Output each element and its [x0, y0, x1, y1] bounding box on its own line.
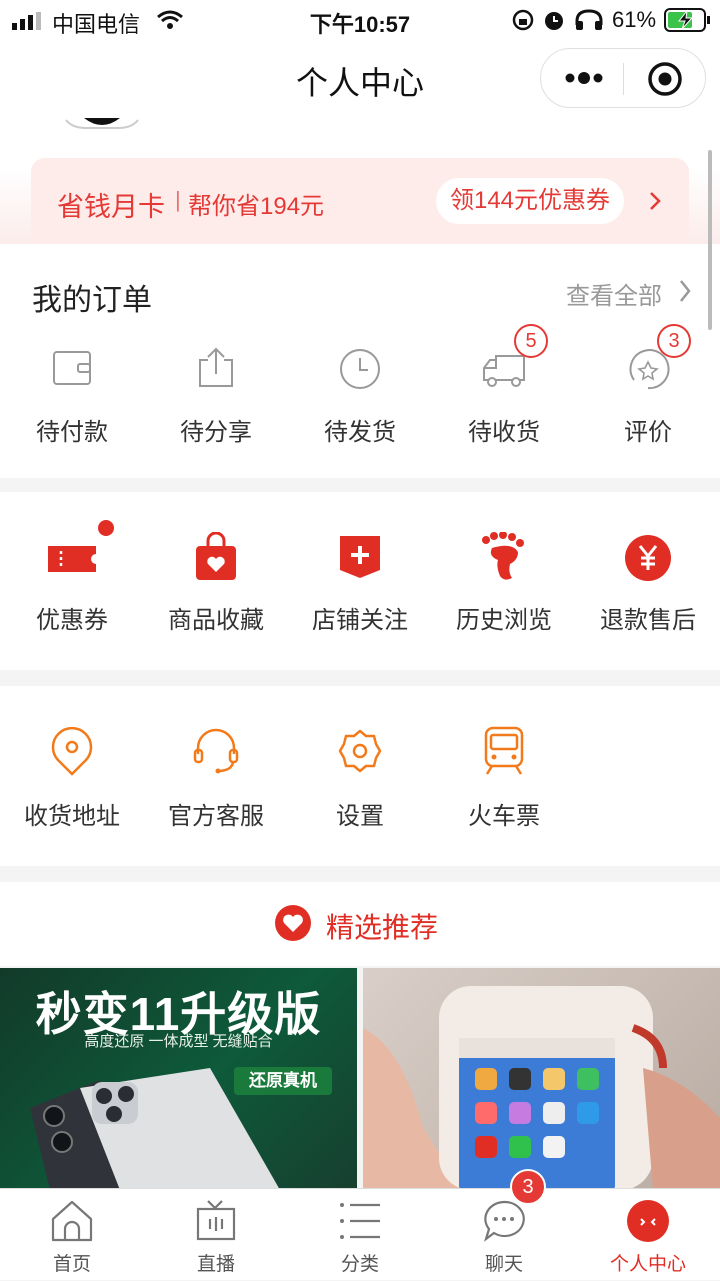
tool-label: 官方客服: [168, 803, 264, 830]
notification-dot: [98, 520, 114, 536]
product-card[interactable]: [363, 968, 720, 1190]
saving-card-banner[interactable]: 省钱月卡 | 帮你省194元 领144元优惠券: [31, 158, 689, 244]
product-card[interactable]: 秒变11升级版 高度还原 一体成型 无缝贴合 还原真机: [0, 968, 357, 1190]
service-shop-follow[interactable]: 店铺关注: [288, 532, 432, 642]
battery-percent: 61%: [612, 7, 657, 32]
tool-address[interactable]: 收货地址: [0, 724, 144, 834]
service-label: 店铺关注: [312, 607, 408, 634]
order-pending-payment[interactable]: 待付款: [0, 342, 144, 452]
shop-follow-icon: [340, 536, 380, 578]
list-icon: [340, 1203, 380, 1239]
tab-category[interactable]: 分类: [288, 1189, 432, 1281]
share-icon: [199, 347, 233, 387]
orders-card: 我的订单 查看全部 待付款 待分享 待发货 5 待收货 3 评价: [0, 244, 720, 478]
view-all-orders-link[interactable]: 查看全部: [566, 276, 662, 311]
home-icon: [51, 1200, 93, 1242]
recommend-header: 精选推荐: [0, 882, 720, 966]
tab-label: 分类: [340, 1254, 379, 1275]
tool-label: 火车票: [468, 803, 540, 830]
truck-icon: [483, 355, 525, 387]
tv-icon: [196, 1200, 236, 1241]
tool-label: 收货地址: [24, 803, 120, 830]
tab-profile[interactable]: 个人中心: [576, 1189, 720, 1281]
chat-icon: [483, 1200, 525, 1242]
headset-icon: [193, 728, 239, 774]
order-item-label: 待发货: [324, 419, 396, 446]
nav-bar: 个人中心: [0, 40, 720, 118]
tool-customer-service[interactable]: 官方客服: [144, 724, 288, 834]
battery-icon: [664, 8, 710, 32]
profile-icon: [627, 1200, 669, 1242]
orders-title: 我的订单: [32, 284, 152, 317]
order-item-label: 评价: [624, 419, 672, 446]
clock-icon: [340, 349, 380, 389]
order-item-label: 待收货: [468, 419, 540, 446]
miniapp-capsule: [540, 48, 706, 108]
tool-settings[interactable]: 设置: [288, 724, 432, 834]
wallet-icon: [53, 351, 91, 385]
avatar[interactable]: [62, 118, 142, 132]
settings-icon: [338, 729, 382, 773]
close-miniapp-icon[interactable]: [647, 61, 683, 97]
tab-label: 首页: [52, 1254, 91, 1275]
tool-train-tickets[interactable]: 火车票: [432, 724, 576, 834]
banner-divider: |: [175, 187, 181, 212]
coupon-icon: [48, 546, 96, 572]
alarm-icon: [545, 12, 563, 30]
location-icon: [51, 726, 93, 776]
service-favorites[interactable]: 商品收藏: [144, 532, 288, 642]
service-coupons[interactable]: 优惠券: [0, 520, 144, 642]
order-pending-ship[interactable]: 待发货: [288, 342, 432, 452]
services-card: 优惠券 商品收藏 店铺关注 历史浏览 退款售后: [0, 492, 720, 670]
heart-badge-icon: [275, 905, 311, 941]
service-history[interactable]: 历史浏览: [432, 532, 576, 642]
order-badge: 5: [514, 324, 548, 358]
chevron-right-icon: [680, 280, 691, 302]
order-item-label: 待付款: [36, 419, 108, 446]
product-image: [363, 986, 720, 1190]
bottom-tab-bar: 首页 直播 分类 3 聊天 个人中心: [0, 1169, 720, 1281]
yuan-refund-icon: [625, 535, 671, 581]
tools-card: 收货地址 官方客服 设置 火车票: [0, 686, 720, 866]
banner-subtitle: 帮你省194元: [188, 193, 325, 220]
footprint-icon: [482, 532, 524, 580]
service-label: 历史浏览: [456, 607, 552, 634]
status-bar: 中国电信 下午10:57 61%: [0, 0, 720, 40]
chevron-right-icon: [650, 192, 661, 210]
scrollbar[interactable]: [708, 150, 712, 330]
claim-coupon-button[interactable]: 领144元优惠券: [436, 178, 624, 224]
tab-home[interactable]: 首页: [0, 1189, 144, 1281]
product-tagline: 高度还原 一体成型 无缝贴合: [84, 1033, 273, 1050]
tab-label: 个人中心: [609, 1254, 686, 1275]
order-pending-receive[interactable]: 5 待收货: [432, 324, 576, 452]
tab-label: 聊天: [484, 1254, 523, 1275]
tab-live[interactable]: 直播: [144, 1189, 288, 1281]
order-pending-share[interactable]: 待分享: [144, 342, 288, 452]
tool-label: 设置: [336, 803, 384, 830]
service-label: 退款售后: [600, 607, 696, 634]
headphones-icon: [575, 9, 603, 30]
capsule-divider: [623, 63, 624, 95]
review-badge: 3: [657, 324, 691, 358]
service-refund[interactable]: 退款售后: [576, 532, 720, 642]
train-icon: [484, 726, 524, 775]
order-item-label: 待分享: [180, 419, 252, 446]
order-review[interactable]: 3 评价: [576, 324, 720, 452]
tab-label: 直播: [196, 1254, 235, 1275]
favorite-bag-icon: [196, 532, 236, 580]
product-image: [30, 1068, 280, 1190]
chat-badge: 3: [510, 1169, 546, 1205]
rotation-lock-icon: [512, 9, 534, 31]
recommend-title: 精选推荐: [326, 912, 439, 943]
more-icon[interactable]: [565, 71, 603, 85]
service-label: 优惠券: [36, 607, 108, 634]
service-label: 商品收藏: [168, 607, 264, 634]
banner-title: 省钱月卡: [57, 192, 165, 222]
tab-chat[interactable]: 3 聊天: [432, 1169, 576, 1281]
